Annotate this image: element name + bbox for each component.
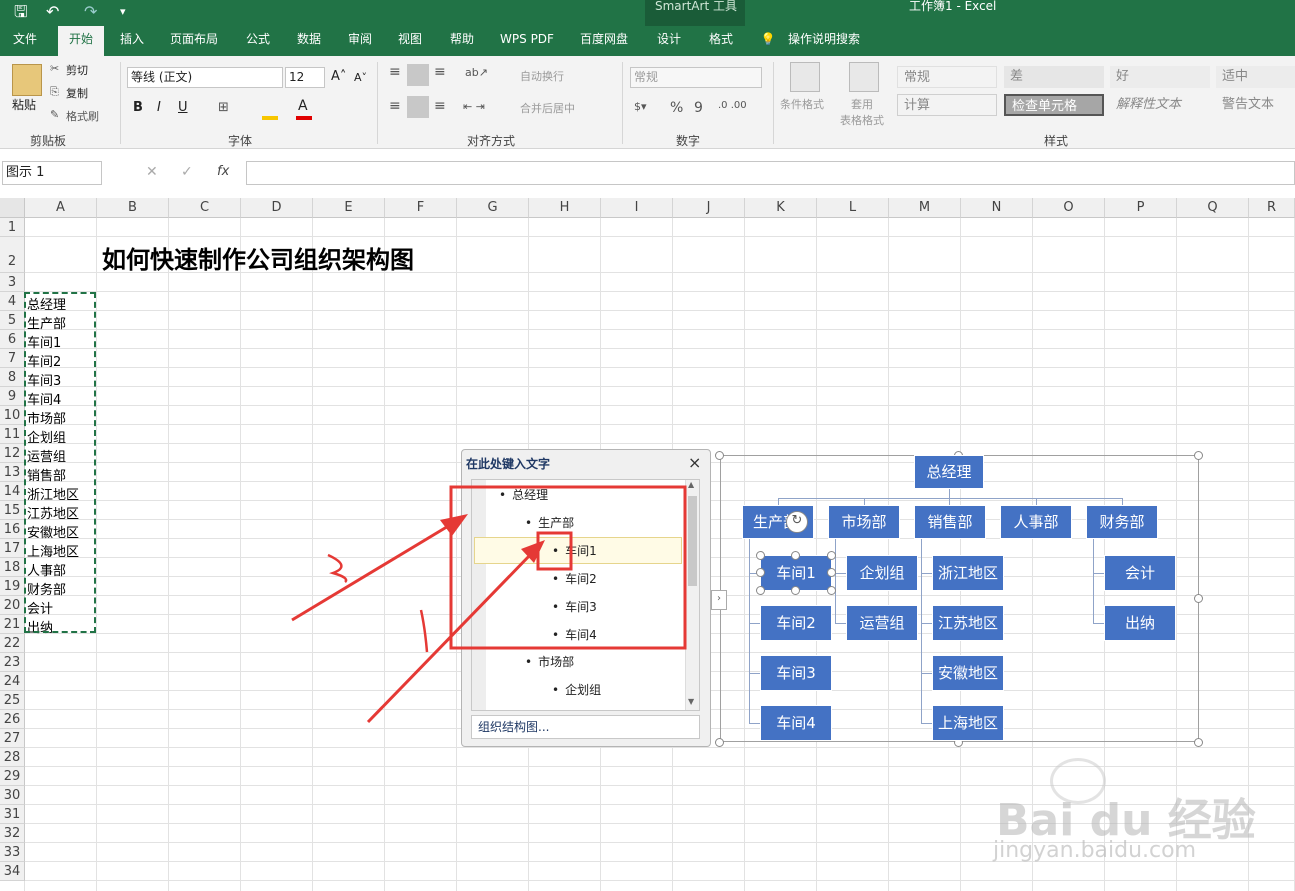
- annotation-number-1: [419, 609, 429, 653]
- annotation-layer: [291, 485, 687, 724]
- annotation-box-small: [536, 531, 573, 571]
- annotation-arrowhead: [440, 514, 468, 536]
- baidu-paw-icon: [1050, 758, 1106, 804]
- annotation-number-2: [327, 553, 348, 583]
- annotation-arrow: [291, 520, 456, 622]
- watermark-url: jingyan.baidu.com: [993, 838, 1197, 863]
